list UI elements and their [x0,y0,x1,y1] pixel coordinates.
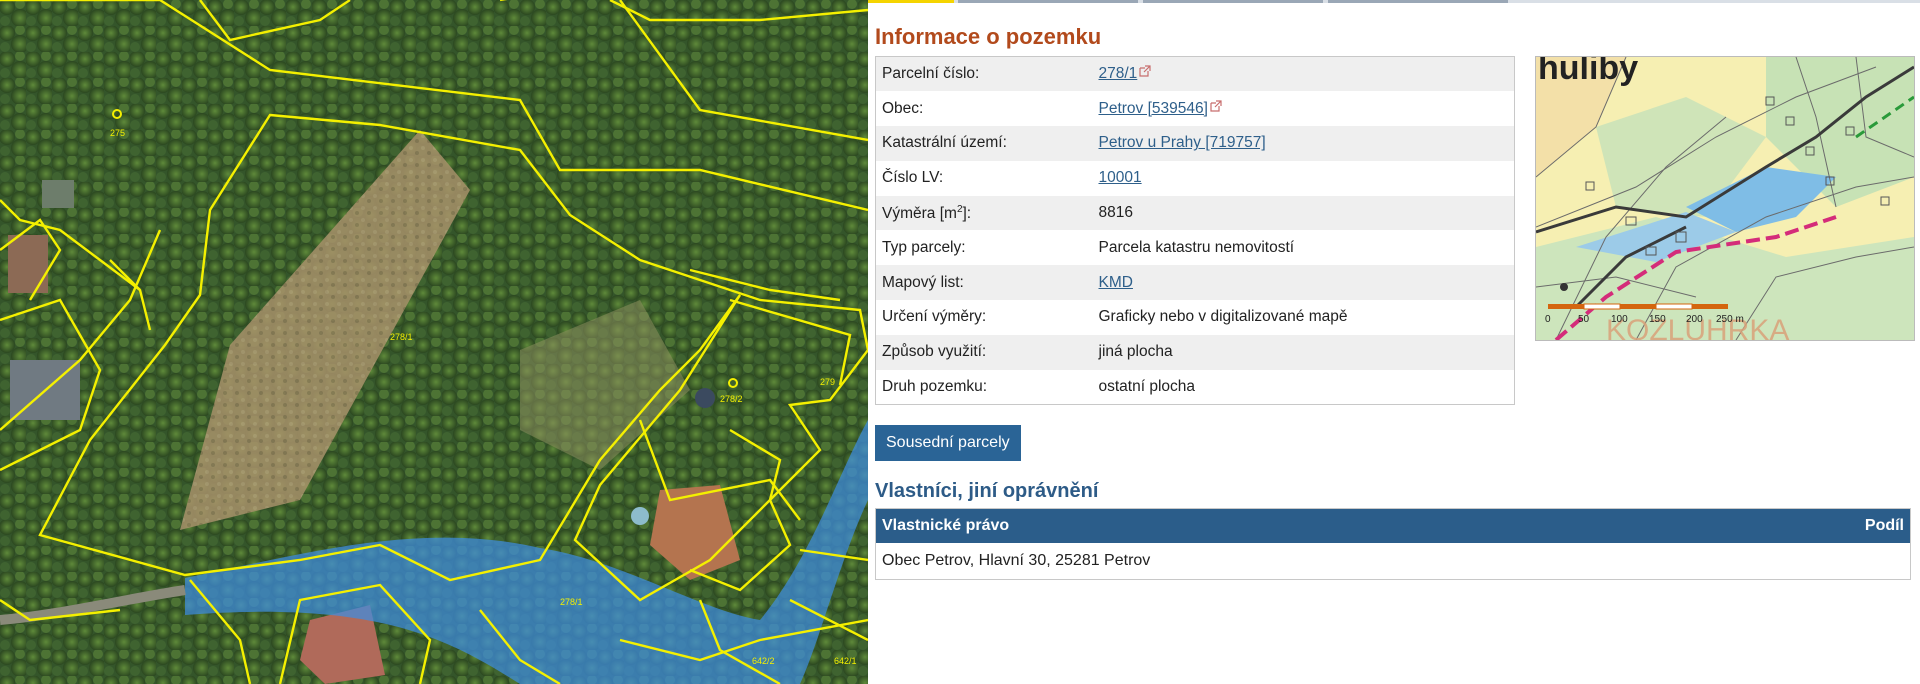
parcel-label: 278/2 [720,394,743,404]
external-link-icon[interactable] [1210,100,1222,112]
owners-table: Vlastnické právo Podíl Obec Petrov, Hlav… [875,508,1911,580]
roof-left-top [42,180,74,208]
parcel-position-marker [1560,283,1568,291]
share-header: Podíl [1749,508,1911,543]
table-row: Číslo LV: 10001 [875,160,1515,196]
scale-label: 150 [1649,314,1666,325]
parcel-info-table: Parcelní číslo: 278/1 Obec: Petrov [5395… [875,56,1515,405]
table-row: Určení výměry: Graficky nebo v digitaliz… [875,300,1515,335]
info-panel: Informace o pozemku Parcelní číslo: 278/… [868,0,1920,684]
cadastral-area-link[interactable]: Petrov u Prahy [719757] [1099,134,1266,151]
row-value: Graficky nebo v digitalizované mapě [1092,300,1515,335]
row-label: Druh pozemku: [875,369,1093,405]
parcel-info-title: Informace o pozemku [875,24,1102,49]
aerial-map-canvas[interactable]: 278/1 278/2 278/1 275 642/2 642/1 279 [0,0,868,684]
parcel-label: 278/1 [390,332,413,342]
cadastral-thumbnail-map[interactable]: huliby KOZLUHRKA 0 50 100 150 200 250 m [1535,56,1915,341]
row-label: Typ parcely: [875,230,1093,266]
external-link-icon[interactable] [1139,65,1151,77]
tab-strip [868,0,1920,3]
table-row: Katastrální území: Petrov u Prahy [71975… [875,126,1515,161]
parcel-label: 275 [110,128,125,138]
roof-left-mid [8,235,48,293]
row-label: Mapový list: [875,265,1093,301]
owner-cell: Obec Petrov, Hlavní 30, 25281 Petrov [875,543,1750,580]
owners-table-header: Vlastnické právo Podíl [875,508,1911,543]
municipality-link[interactable]: Petrov [539546] [1099,100,1208,117]
scale-label: 50 [1578,314,1590,325]
row-label: Katastrální území: [875,126,1093,161]
row-label: Určení výměry: [875,300,1093,335]
ownership-right-header: Vlastnické právo [875,508,1750,543]
map-sheet-link[interactable]: KMD [1099,274,1133,291]
row-label: Způsob využití: [875,334,1093,370]
table-row: Druh pozemku: ostatní plocha [875,369,1515,405]
parcel-label: 642/2 [752,656,775,666]
row-label: Obec: [875,91,1093,127]
scale-label: 200 [1686,314,1703,325]
row-value: jiná plocha [1092,334,1515,370]
parcel-label: 279 [820,377,835,387]
parcel-number-link[interactable]: 278/1 [1099,65,1138,82]
row-label: Číslo LV: [875,160,1093,196]
row-value: 8816 [1092,195,1515,231]
table-row: Mapový list: KMD [875,265,1515,301]
row-label: Parcelní číslo: [875,56,1093,92]
thumbnail-map-canvas[interactable]: huliby KOZLUHRKA 0 50 100 150 200 250 m [1536,57,1914,340]
scale-label: 0 [1545,314,1551,325]
share-cell [1749,543,1911,580]
table-row: Obec Petrov, Hlavní 30, 25281 Petrov [875,543,1911,580]
table-row: Typ parcely: Parcela katastru nemovitost… [875,230,1515,266]
row-label: Výměra [m2]: [875,195,1093,231]
row-value: ostatní plocha [1092,369,1515,405]
scale-label: 100 [1611,314,1628,325]
table-row: Parcelní číslo: 278/1 [875,56,1515,92]
scale-label: 250 m [1716,314,1744,325]
table-row: Způsob využití: jiná plocha [875,334,1515,370]
aerial-map[interactable]: 278/1 278/2 278/1 275 642/2 642/1 279 [0,0,868,684]
parcel-label: 278/1 [560,597,583,607]
table-row: Obec: Petrov [539546] [875,91,1515,127]
parcel-label: 642/1 [834,656,857,666]
table-row: Výměra [m2]: 8816 [875,195,1515,231]
owners-title: Vlastníci, jiní oprávnění [875,480,1099,502]
ownership-sheet-link[interactable]: 10001 [1099,169,1142,186]
garden-feature [631,507,649,525]
thumb-place-name: huliby [1538,57,1638,87]
row-value: Parcela katastru nemovitostí [1092,230,1515,266]
neighboring-parcels-button[interactable]: Sousední parcely [875,425,1021,461]
round-pool [695,388,715,408]
